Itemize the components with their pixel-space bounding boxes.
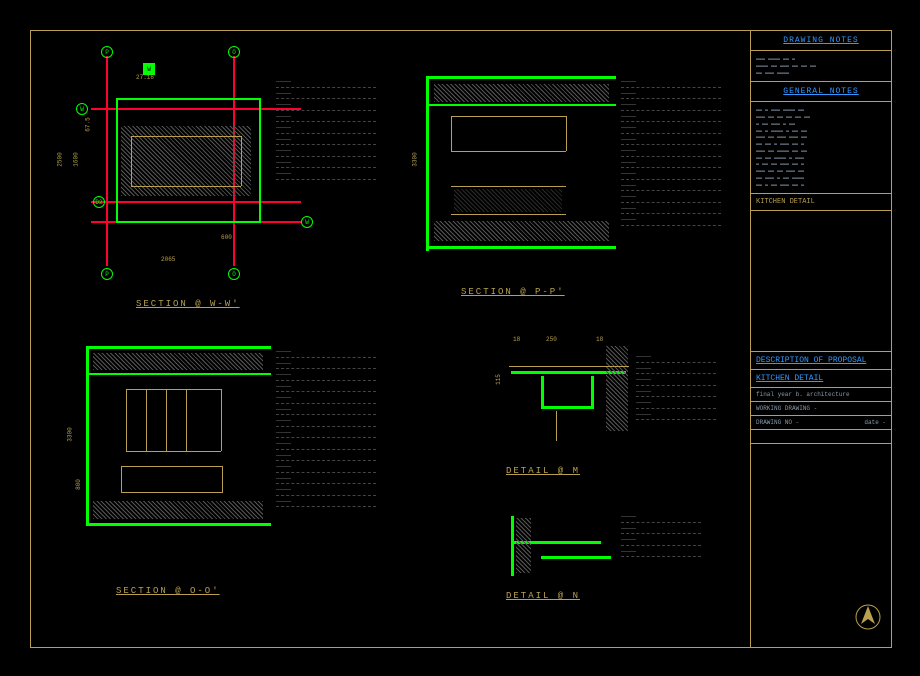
dim-115: 115 bbox=[495, 374, 502, 385]
drawing-area: P O P O W W D2 W 2500 1600 67.5 27.18 60… bbox=[31, 31, 751, 647]
tb-date: date - bbox=[864, 419, 886, 426]
caption-pp: SECTION @ P-P' bbox=[461, 287, 565, 297]
grid-o-top: O bbox=[228, 46, 240, 58]
tb-spacer bbox=[751, 211, 891, 352]
detail-n: ————— ————— ————— ————— bbox=[461, 496, 691, 596]
m-leaders: ————— ————— ————— ————— ————— ————— bbox=[636, 351, 716, 423]
titleblock: DRAWING NOTES ▬▬▬ ▬▬▬▬ ▬▬ ▬▬▬▬▬ ▬▬ ▬▬▬ ▬… bbox=[750, 31, 891, 647]
oo-leaders: ————— ————— ————— ————— ————— ————— ————… bbox=[276, 346, 376, 510]
tb-desc-header: DESCRIPTION OF PROPOSAL bbox=[751, 352, 891, 370]
tb-general-notes-header: GENERAL NOTES bbox=[751, 82, 891, 102]
dim-2718: 27.18 bbox=[136, 74, 154, 81]
dim-250: 250 bbox=[546, 336, 557, 343]
tb-drawing-no: DRAWING NO - bbox=[756, 419, 799, 426]
dim-600: 600 bbox=[221, 234, 232, 241]
dim-3300-pp: 3300 bbox=[412, 152, 419, 166]
tb-drawing-title: KITCHEN DETAIL bbox=[751, 194, 891, 211]
pp-leaders: ————— ————— ————— ————— ————— ————— ————… bbox=[621, 76, 721, 229]
caption-oo: SECTION @ O-O' bbox=[116, 586, 220, 596]
dim-800: 800 bbox=[75, 479, 82, 490]
section-oo: 3300 800 ————— ————— ————— ————— ————— —… bbox=[61, 331, 361, 581]
dim-2500: 2500 bbox=[57, 152, 64, 166]
grid-w-right: W bbox=[301, 216, 313, 228]
tb-blank-row bbox=[751, 430, 891, 444]
section-pp: 3300 ————— ————— ————— ————— ————— —————… bbox=[406, 56, 706, 286]
north-arrow-icon bbox=[855, 604, 881, 635]
ww-leaders: ————— ————— ————— ————— ————— ————— ————… bbox=[276, 76, 376, 183]
dim-1600: 1600 bbox=[73, 152, 80, 166]
tb-drawing-notes-header: DRAWING NOTES bbox=[751, 31, 891, 51]
grid-d2: D2 bbox=[93, 196, 105, 208]
dim-18a: 18 bbox=[513, 336, 520, 343]
detail-m: 115 18 250 18 ————— ————— ————— ————— ——… bbox=[451, 321, 701, 471]
tb-desc-value: KITCHEN DETAIL bbox=[751, 370, 891, 388]
tb-drawing-notes-body: ▬▬▬ ▬▬▬▬ ▬▬ ▬▬▬▬▬ ▬▬ ▬▬▬ ▬▬ ▬▬ ▬▬▬▬ ▬▬▬ … bbox=[751, 51, 891, 82]
grid-p-top: P bbox=[101, 46, 113, 58]
dim-2065: 2065 bbox=[161, 256, 175, 263]
caption-ww: SECTION @ W-W' bbox=[136, 299, 240, 309]
tb-working-drawing: WORKING DRAWING - bbox=[751, 402, 891, 416]
grid-w-left: W bbox=[76, 103, 88, 115]
dim-3300-oo: 3300 bbox=[67, 427, 74, 441]
tb-general-notes-body: ▬▬ ▬ ▬▬▬ ▬▬▬▬ ▬▬▬▬▬ ▬▬ ▬▬ ▬▬ ▬▬ ▬▬▬ ▬▬ ▬… bbox=[751, 102, 891, 194]
grid-p-bot: P bbox=[101, 268, 113, 280]
grid-o-bot: O bbox=[228, 268, 240, 280]
dim-18b: 18 bbox=[596, 336, 603, 343]
caption-m: DETAIL @ M bbox=[506, 466, 580, 476]
caption-n: DETAIL @ N bbox=[506, 591, 580, 601]
tb-drawing-no-row: DRAWING NO - date - bbox=[751, 416, 891, 430]
dim-675: 67.5 bbox=[85, 117, 92, 131]
drawing-sheet: P O P O W W D2 W 2500 1600 67.5 27.18 60… bbox=[30, 30, 892, 648]
tb-studio: final year b. architecture bbox=[751, 388, 891, 402]
n-leaders: ————— ————— ————— ————— bbox=[621, 511, 701, 560]
section-ww: P O P O W W D2 W 2500 1600 67.5 27.18 60… bbox=[61, 46, 361, 296]
